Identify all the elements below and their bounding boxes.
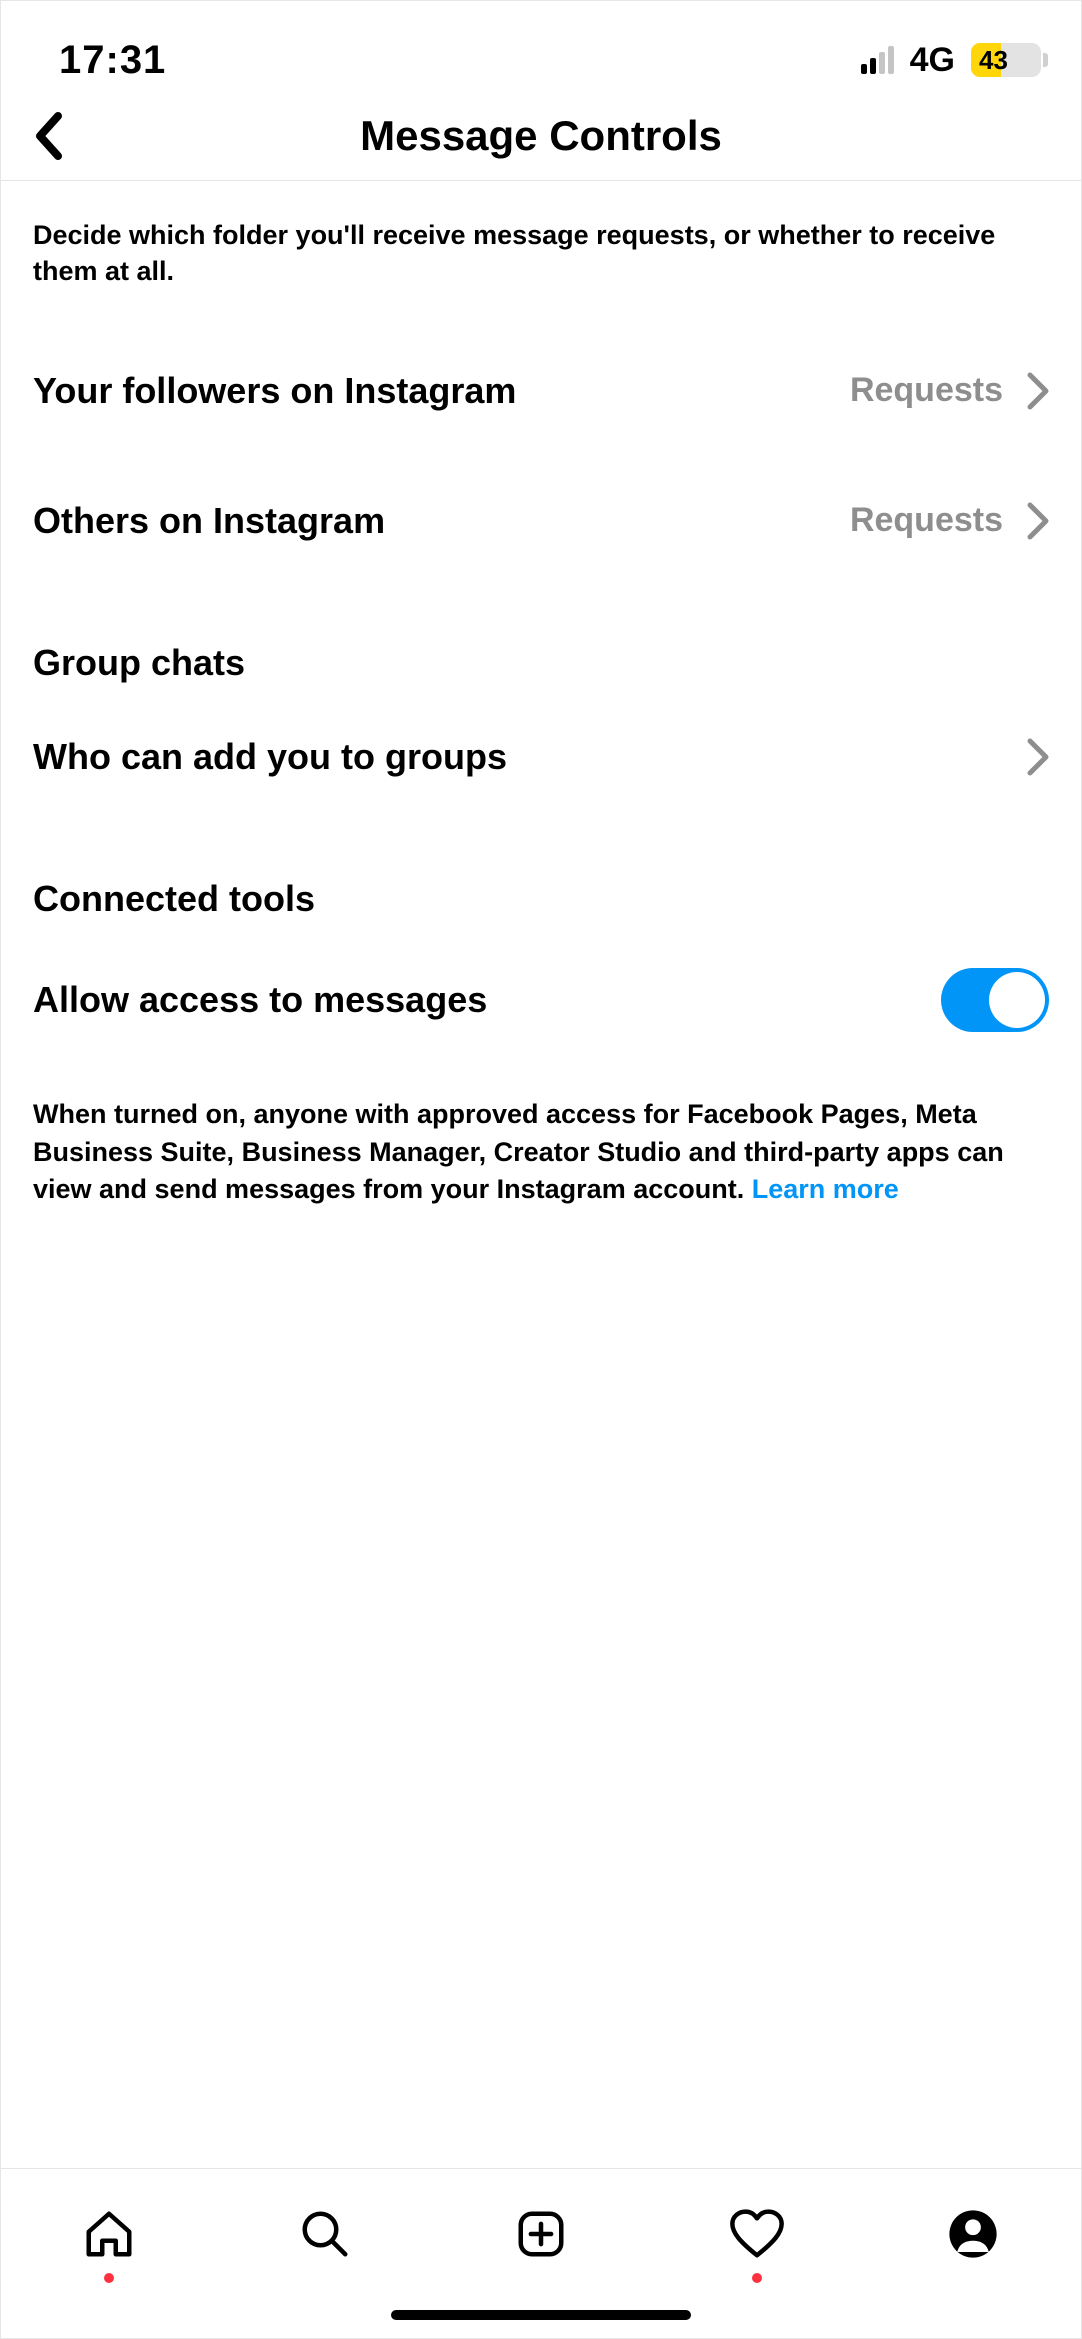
page-header: Message Controls — [1, 91, 1081, 181]
chevron-right-icon — [1027, 738, 1049, 776]
allow-access-toggle[interactable] — [941, 968, 1049, 1032]
section-title-group-chats: Group chats — [33, 586, 1049, 692]
home-indicator[interactable] — [391, 2310, 691, 2320]
status-bar: 17:31 4G 43 — [1, 1, 1081, 91]
setting-label: Your followers on Instagram — [33, 370, 516, 412]
content-area: Decide which folder you'll receive messa… — [1, 181, 1081, 1209]
status-indicators: 4G 43 — [861, 41, 1041, 80]
profile-icon — [946, 2207, 1000, 2261]
setting-value: Requests — [850, 371, 1003, 410]
chevron-right-icon — [1027, 502, 1049, 540]
status-time: 17:31 — [59, 38, 166, 83]
setting-row-followers[interactable]: Your followers on Instagram Requests — [33, 326, 1049, 456]
learn-more-link[interactable]: Learn more — [752, 1174, 899, 1204]
search-icon — [298, 2207, 352, 2261]
chevron-left-icon — [34, 112, 64, 160]
setting-label: Who can add you to groups — [33, 736, 507, 778]
notification-dot — [104, 2273, 114, 2283]
setting-label: Allow access to messages — [33, 979, 487, 1021]
notification-dot — [752, 2273, 762, 2283]
heart-icon — [729, 2207, 785, 2261]
tab-create[interactable] — [506, 2199, 576, 2269]
connected-tools-footnote: When turned on, anyone with approved acc… — [33, 1062, 1049, 1209]
section-title-connected-tools: Connected tools — [33, 822, 1049, 928]
battery-indicator: 43 — [971, 43, 1041, 77]
plus-square-icon — [514, 2207, 568, 2261]
tab-activity[interactable] — [722, 2199, 792, 2269]
setting-row-others[interactable]: Others on Instagram Requests — [33, 456, 1049, 586]
network-type: 4G — [910, 41, 955, 80]
tab-profile[interactable] — [938, 2199, 1008, 2269]
chevron-right-icon — [1027, 372, 1049, 410]
setting-row-allow-access: Allow access to messages — [33, 928, 1049, 1062]
home-icon — [82, 2207, 136, 2261]
setting-value: Requests — [850, 501, 1003, 540]
back-button[interactable] — [19, 106, 79, 166]
setting-row-who-can-add[interactable]: Who can add you to groups — [33, 692, 1049, 822]
intro-text: Decide which folder you'll receive messa… — [33, 181, 1049, 290]
setting-label: Others on Instagram — [33, 500, 385, 542]
tab-search[interactable] — [290, 2199, 360, 2269]
page-title: Message Controls — [360, 112, 722, 160]
battery-percent: 43 — [971, 45, 1041, 76]
tab-home[interactable] — [74, 2199, 144, 2269]
cellular-signal-icon — [861, 46, 894, 74]
